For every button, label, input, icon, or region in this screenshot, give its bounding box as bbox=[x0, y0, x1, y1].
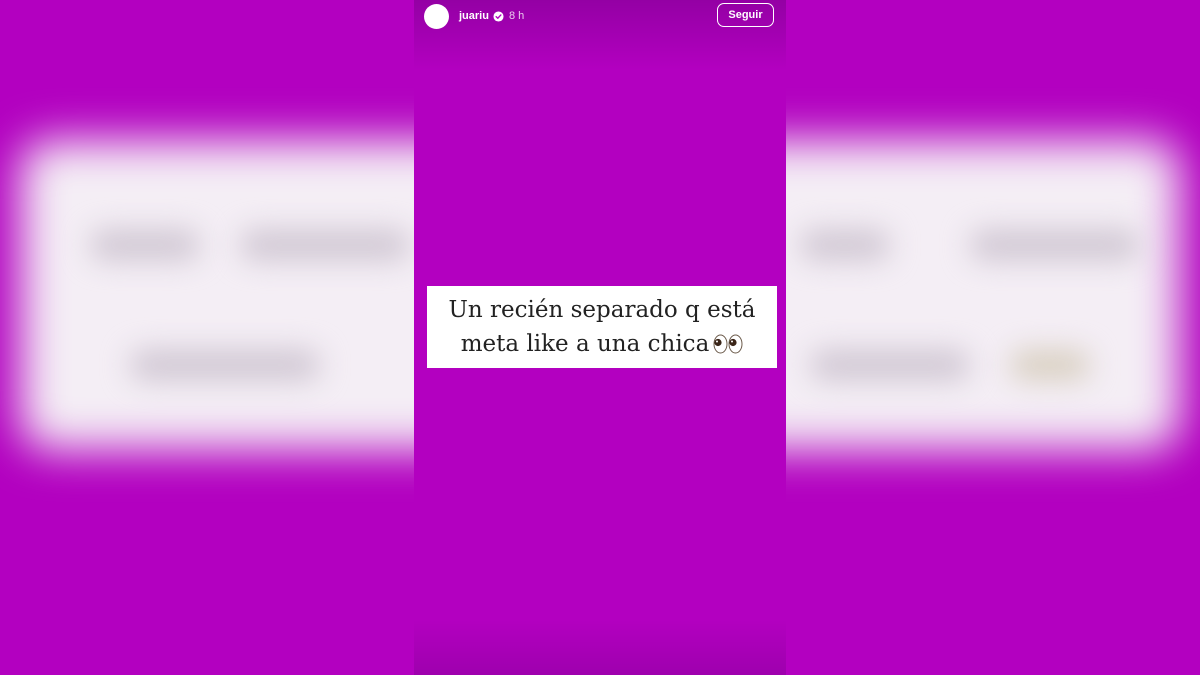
caption-line-2: meta like a una chica bbox=[427, 327, 777, 364]
story-header: juariu 8 h Seguir bbox=[424, 3, 786, 29]
story-viewer: juariu 8 h Seguir Un recién separado q e… bbox=[0, 0, 1200, 675]
caption-line-2-text: meta like a una chica bbox=[460, 331, 710, 357]
blurred-smudge bbox=[810, 350, 970, 380]
story-panel[interactable]: juariu 8 h Seguir Un recién separado q e… bbox=[414, 0, 786, 675]
username[interactable]: juariu bbox=[459, 10, 489, 22]
blurred-smudge bbox=[970, 230, 1140, 260]
bottom-gradient bbox=[414, 620, 786, 675]
blurred-smudge bbox=[90, 230, 200, 260]
eyes-emoji-icon bbox=[713, 330, 743, 364]
verified-badge-icon bbox=[493, 10, 504, 22]
blurred-smudge bbox=[800, 230, 890, 260]
blurred-smudge bbox=[1010, 350, 1090, 380]
follow-button[interactable]: Seguir bbox=[717, 3, 774, 27]
story-caption: Un recién separado q está meta like a un… bbox=[427, 286, 777, 368]
avatar[interactable] bbox=[424, 3, 449, 29]
story-timestamp: 8 h bbox=[508, 10, 525, 22]
blurred-smudge bbox=[130, 350, 320, 380]
caption-line-1: Un recién separado q está bbox=[448, 297, 756, 323]
blurred-smudge bbox=[240, 230, 410, 260]
